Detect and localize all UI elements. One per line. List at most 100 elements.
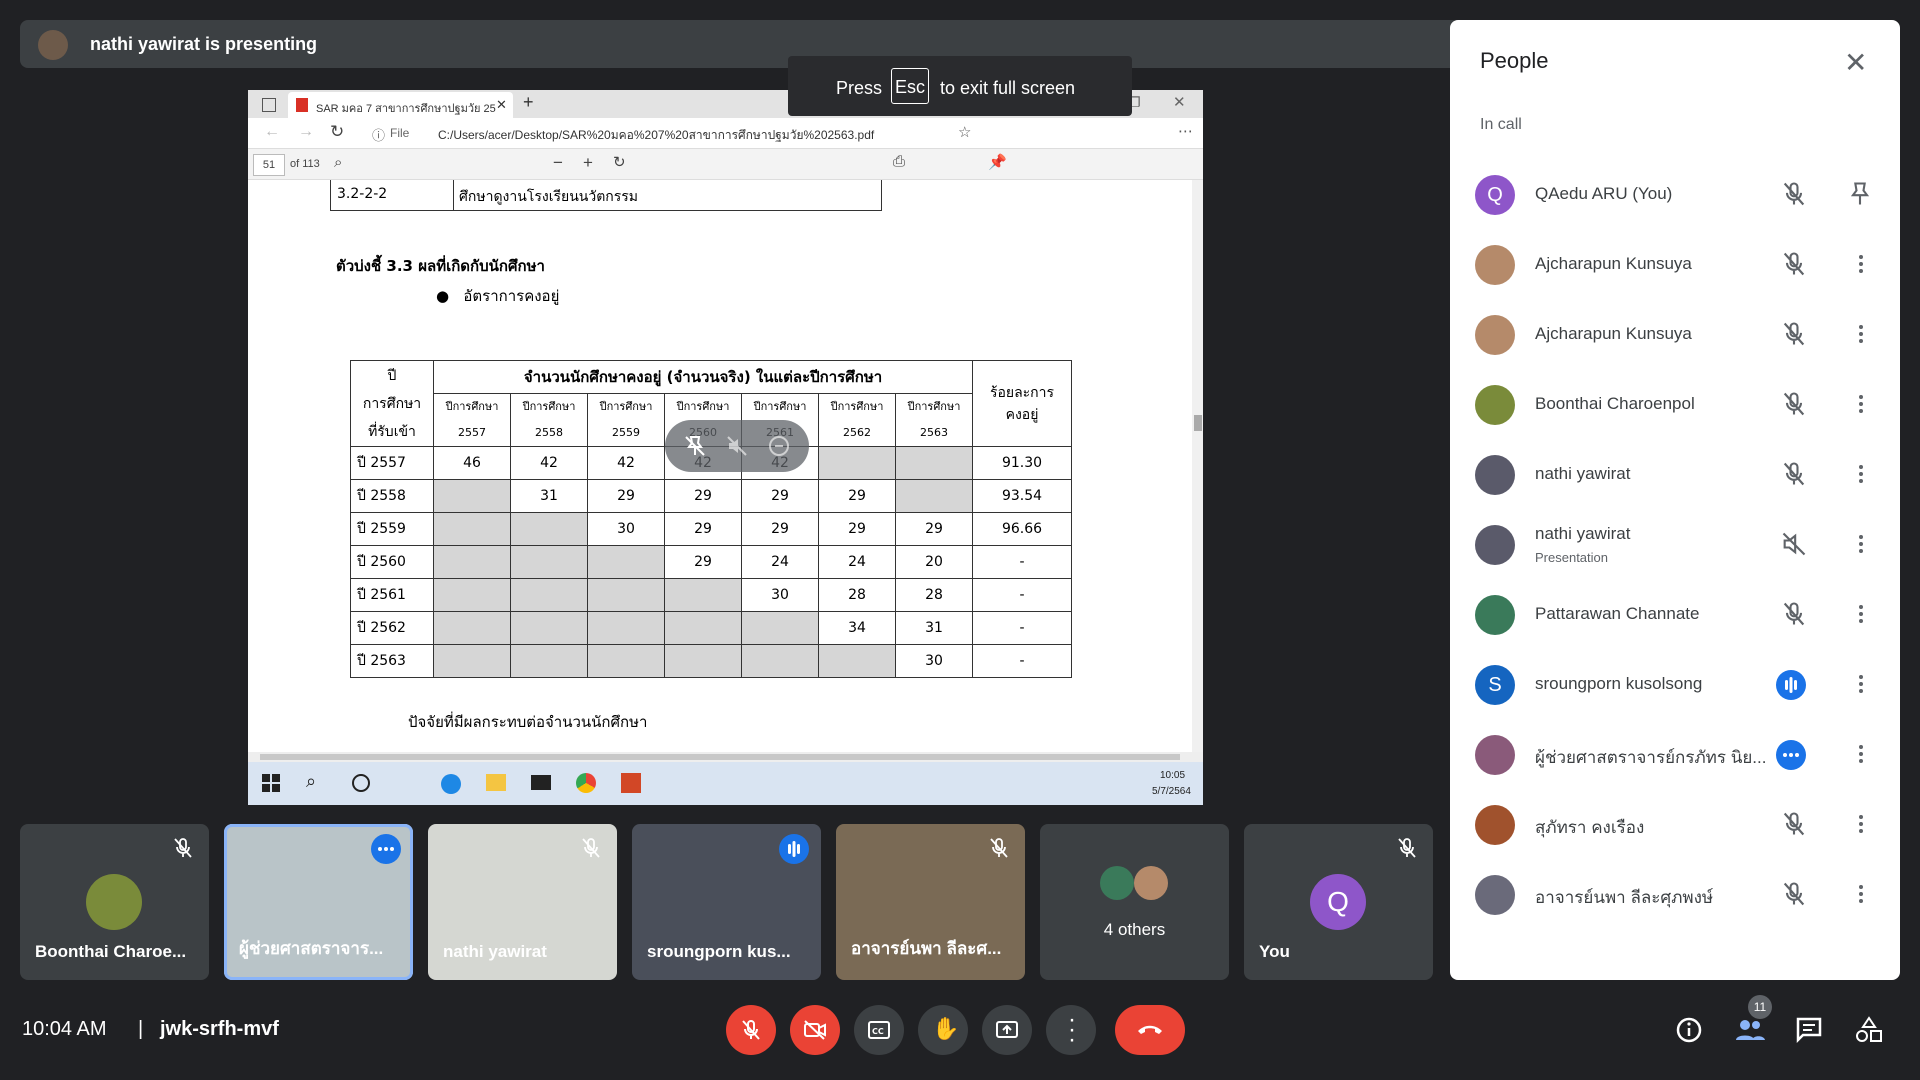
tile-name: nathi yawirat (443, 942, 547, 961)
more-vert-icon[interactable] (1855, 320, 1867, 348)
audio-off-icon[interactable] (1780, 530, 1808, 558)
people-button[interactable] (1734, 1015, 1765, 1045)
table-cell: 46 (433, 446, 511, 480)
chat-button[interactable] (1794, 1015, 1824, 1045)
browser-tab[interactable]: SAR มคอ 7 สาขาการศึกษาปฐมวัย 25 ✕ (288, 92, 513, 118)
avatar (1134, 866, 1168, 900)
participant-row[interactable]: สุภัทรา คงเรือง (1450, 790, 1900, 860)
zoom-out-icon[interactable]: − (553, 153, 563, 173)
captions-button[interactable]: CC (854, 1005, 904, 1055)
pin-icon[interactable]: 📌 (988, 153, 1007, 171)
more-vert-icon[interactable] (1855, 600, 1867, 628)
participant-row[interactable]: Q QAedu ARU (You) (1450, 160, 1900, 230)
more-vert-icon[interactable] (1855, 670, 1867, 698)
raise-hand-button[interactable]: ✋ (918, 1005, 968, 1055)
more-vert-icon[interactable] (1855, 390, 1867, 418)
participant-tile[interactable]: ผู้ช่วยศาสตราจาร... (224, 824, 413, 980)
participant-row[interactable]: nathi yawirat (1450, 440, 1900, 510)
tab-actions-icon[interactable] (262, 98, 276, 112)
mic-off-icon[interactable] (1780, 390, 1808, 418)
settings-more-icon[interactable]: ⋯ (1178, 122, 1193, 140)
print-icon[interactable]: ⎙ (893, 153, 905, 170)
pin-off-icon[interactable] (683, 434, 707, 458)
close-icon[interactable]: ✕ (1844, 46, 1867, 79)
participant-tile[interactable]: sroungporn kus... (632, 824, 821, 980)
mic-off-icon[interactable] (1780, 250, 1808, 278)
participant-row[interactable]: nathi yawirat Presentation (1450, 510, 1900, 580)
zoom-fit-icon[interactable] (767, 434, 791, 458)
tile-name: sroungporn kus... (647, 942, 791, 961)
table-cell (664, 644, 742, 678)
tile-name: อาจารย์นพา ลีละศ... (851, 939, 1002, 958)
refresh-icon[interactable]: ↻ (330, 122, 344, 142)
mic-off-icon[interactable] (1780, 180, 1808, 208)
more-vert-icon[interactable] (1855, 880, 1867, 908)
edge-icon[interactable] (441, 774, 461, 794)
more-vert-icon[interactable] (1855, 810, 1867, 838)
more-horiz-icon (1776, 740, 1806, 770)
chrome-icon[interactable] (576, 773, 596, 793)
page-total: of 113 (290, 158, 320, 170)
participant-row[interactable]: Ajcharapun Kunsuya (1450, 230, 1900, 300)
participant-row[interactable]: Ssroungporn kusolsong (1450, 650, 1900, 720)
back-icon[interactable]: ← (264, 123, 280, 141)
present-button[interactable] (982, 1005, 1032, 1055)
table-cell (510, 611, 588, 645)
find-icon[interactable]: ⌕ (334, 154, 342, 171)
forward-icon[interactable]: → (298, 123, 314, 141)
participant-tile[interactable]: 4 others (1040, 824, 1229, 980)
mic-off-icon[interactable] (1780, 600, 1808, 628)
participant-tile[interactable]: Q You (1244, 824, 1433, 980)
tile-name: Boonthai Charoe... (35, 942, 187, 961)
file-explorer-icon[interactable] (486, 774, 506, 791)
participant-row[interactable]: Ajcharapun Kunsuya (1450, 300, 1900, 370)
mic-toggle-button[interactable] (726, 1005, 776, 1055)
pin-icon[interactable] (1846, 180, 1874, 208)
rotate-icon[interactable]: ↻ (613, 153, 626, 171)
participant-row[interactable]: Boonthai Charoenpol (1450, 370, 1900, 440)
participant-row[interactable]: อาจารย์นพา ลีละศุภพงษ์ (1450, 860, 1900, 930)
participant-tile[interactable]: Boonthai Charoe... (20, 824, 209, 980)
participant-name: ผู้ช่วยศาสตราจารย์กรภัทร นิย... (1535, 748, 1767, 767)
tab-close-icon[interactable]: ✕ (496, 97, 507, 113)
scroll-thumb[interactable] (1194, 415, 1202, 431)
participant-tile[interactable]: อาจารย์นพา ลีละศ... (836, 824, 1025, 980)
participant-row[interactable]: Pattarawan Channate (1450, 580, 1900, 650)
mail-icon[interactable] (531, 775, 551, 790)
zoom-in-icon[interactable]: + (583, 153, 593, 173)
new-tab-icon[interactable]: + (523, 92, 534, 113)
windows-start-icon[interactable] (262, 774, 280, 792)
mic-off-icon[interactable] (1780, 880, 1808, 908)
powerpoint-icon[interactable] (621, 773, 641, 793)
participant-tile[interactable]: nathi yawirat (428, 824, 617, 980)
mute-off-icon[interactable] (725, 434, 749, 458)
more-vert-icon[interactable] (1855, 740, 1867, 768)
taskbar-search-icon[interactable]: ⌕ (306, 771, 316, 792)
tile-name: You (1259, 942, 1290, 961)
mic-off-icon[interactable] (1780, 320, 1808, 348)
more-options-button[interactable]: · · · (1046, 1005, 1096, 1055)
page-number-input[interactable]: 51 (253, 154, 285, 176)
meeting-code: jwk-srfh-mvf (160, 1018, 279, 1040)
more-vert-icon[interactable] (1855, 530, 1867, 558)
activities-button[interactable] (1854, 1015, 1884, 1045)
cortana-icon[interactable] (352, 774, 370, 792)
column-header-prefix: ปีการศึกษา (676, 400, 730, 413)
favorites-icon[interactable]: ☆ (958, 123, 971, 141)
window-close-icon[interactable]: ✕ (1173, 93, 1186, 111)
pct-header: ร้อยละการ คงอยู่ (972, 360, 1072, 447)
horizontal-scrollbar[interactable] (248, 752, 1203, 762)
mic-off-icon[interactable] (1780, 460, 1808, 488)
url-field[interactable]: C:/Users/acer/Desktop/SAR%20มคอ%207%20สา… (438, 126, 874, 145)
vertical-scrollbar[interactable] (1192, 180, 1203, 752)
more-vert-icon[interactable] (1855, 250, 1867, 278)
mic-off-icon[interactable] (1780, 810, 1808, 838)
camera-toggle-button[interactable] (790, 1005, 840, 1055)
column-header-prefix: ปีการศึกษา (522, 400, 576, 413)
more-vert-icon[interactable] (1855, 460, 1867, 488)
row-pct: - (972, 611, 1072, 645)
meeting-details-button[interactable] (1674, 1015, 1704, 1045)
table-cell: 31 (895, 611, 973, 645)
participant-row[interactable]: ผู้ช่วยศาสตราจารย์กรภัทร นิย... (1450, 720, 1900, 790)
leave-call-button[interactable] (1115, 1005, 1185, 1055)
